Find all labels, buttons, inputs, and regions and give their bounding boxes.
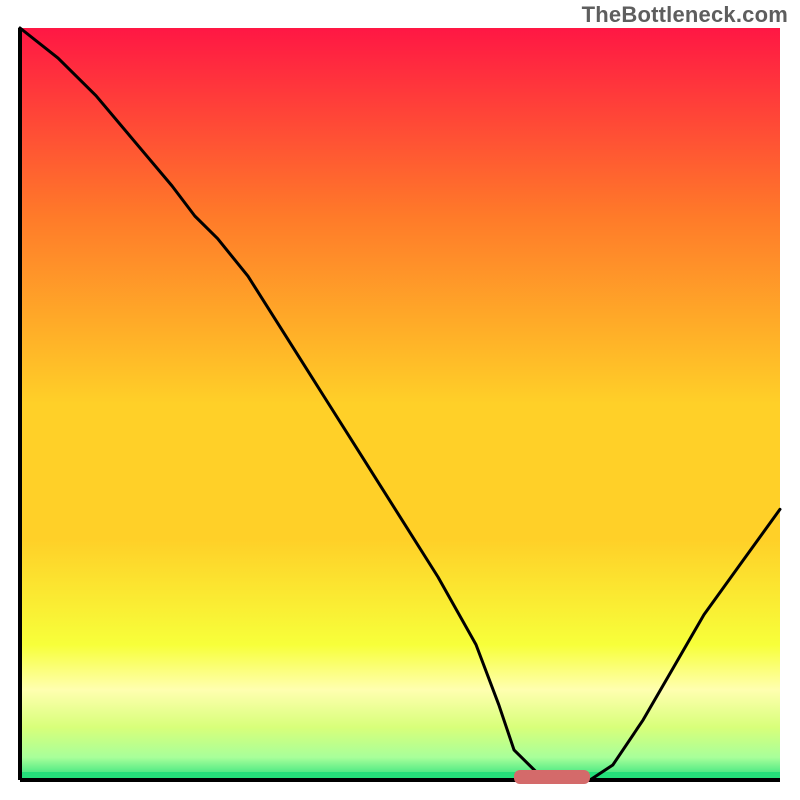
chart-svg — [0, 0, 800, 800]
bottleneck-chart: TheBottleneck.com — [0, 0, 800, 800]
watermark-text: TheBottleneck.com — [582, 2, 788, 28]
optimal-marker — [514, 770, 590, 784]
